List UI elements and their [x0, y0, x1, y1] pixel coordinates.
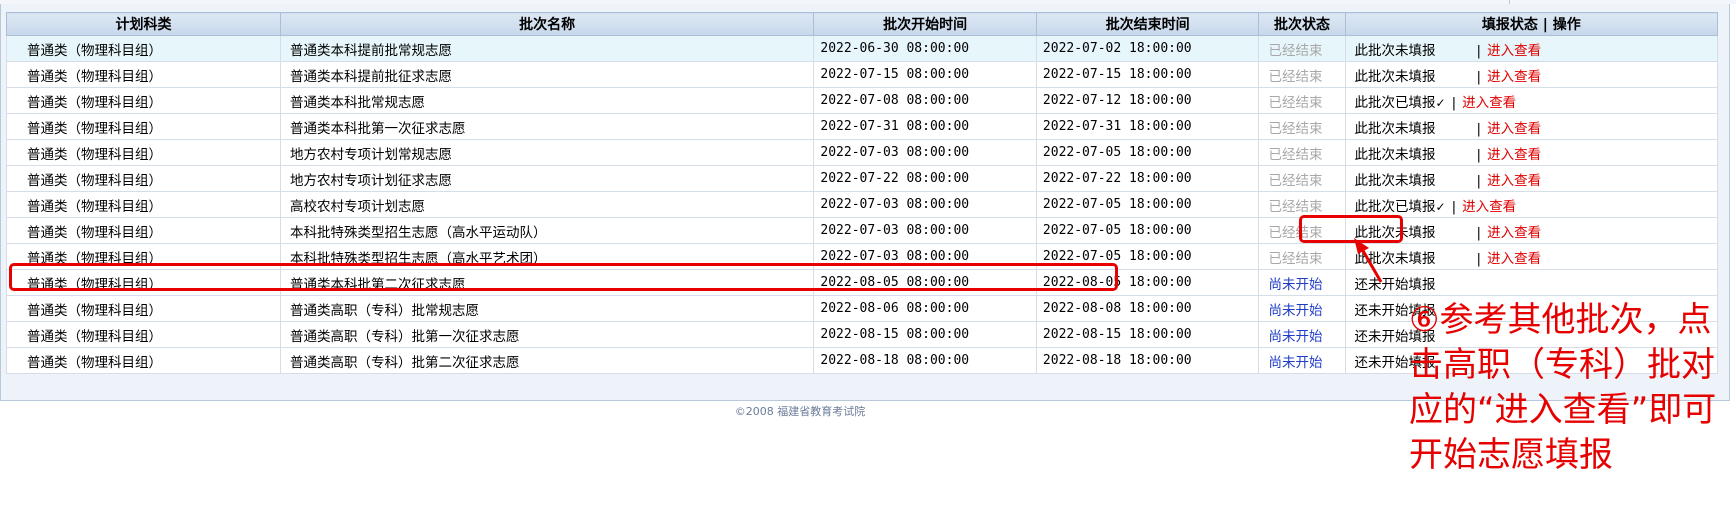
annotation-text: ⑥参考其他批次，点击高职（专科）批对应的“进入查看”即可开始志愿填报: [1409, 300, 1717, 475]
